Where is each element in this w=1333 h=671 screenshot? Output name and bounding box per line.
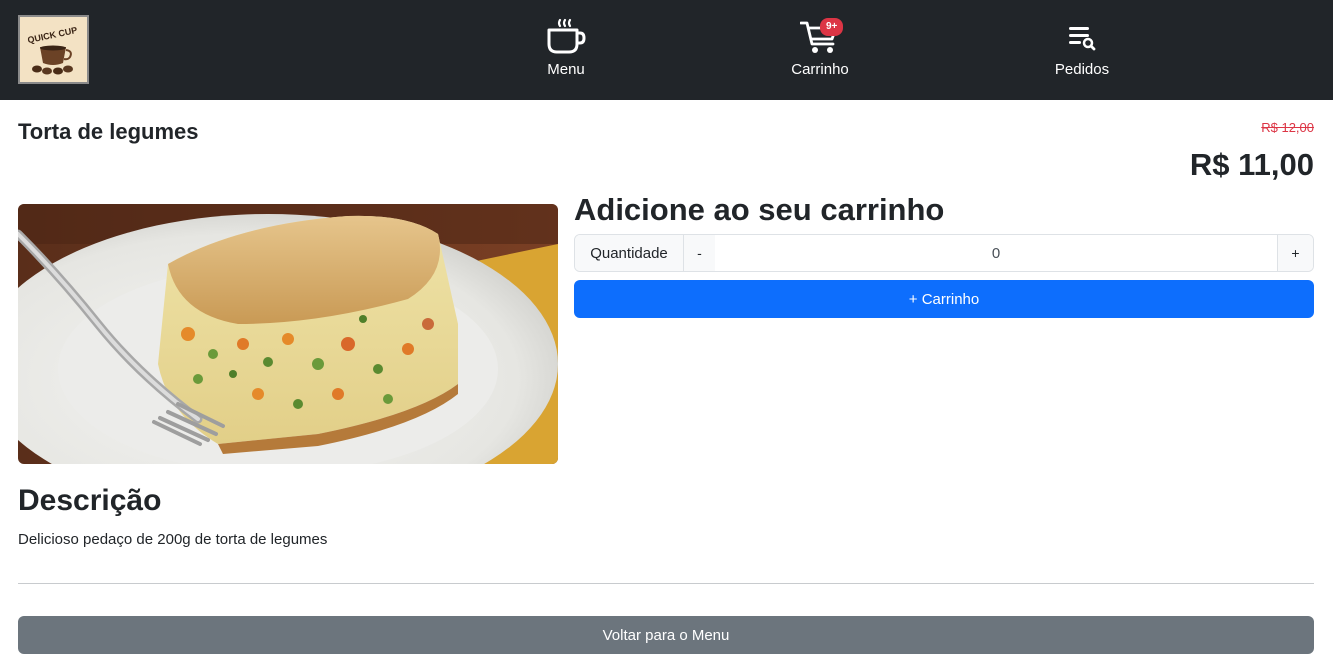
product-title: Torta de legumes [18, 119, 199, 144]
coffee-cup-icon [546, 18, 586, 54]
back-to-menu-button[interactable]: Voltar para o Menu [18, 616, 1314, 654]
add-to-cart-heading: Adicione ao seu carrinho [574, 192, 945, 227]
nav-label-cart: Carrinho [791, 61, 849, 78]
cart-icon: 9+ [799, 18, 844, 54]
nav-label-orders: Pedidos [1054, 61, 1110, 78]
current-price: R$ 11,00 [1189, 147, 1314, 182]
increment-button[interactable]: + [1277, 235, 1313, 271]
add-to-cart-button[interactable]: + Carrinho [574, 280, 1314, 318]
description-heading: Descrição [18, 484, 162, 517]
divider [18, 583, 1314, 584]
old-price: R$ 12,00 [1261, 120, 1314, 135]
order-list-icon [1062, 18, 1102, 54]
cart-count-badge: 9+ [820, 18, 844, 36]
quick-cup-logo[interactable]: QUICK CUP [18, 15, 89, 84]
quantity-stepper: Quantidade - + [574, 234, 1314, 272]
nav-item-orders[interactable]: Pedidos [1022, 18, 1142, 79]
nav-item-menu[interactable]: Menu [506, 18, 626, 79]
description-text: Delicioso pedaço de 200g de torta de leg… [18, 531, 328, 548]
decrement-button[interactable]: - [684, 235, 715, 271]
nav-label-menu: Menu [547, 61, 585, 78]
logo-image: QUICK CUP [20, 17, 87, 82]
quantity-label: Quantidade [575, 235, 684, 271]
top-navbar: QUICK CUP Menu 9+ Carrinho Pedidos [0, 0, 1333, 100]
product-image [18, 204, 558, 464]
nav-item-cart[interactable]: 9+ Carrinho [760, 18, 880, 79]
quantity-input[interactable] [715, 235, 1277, 271]
